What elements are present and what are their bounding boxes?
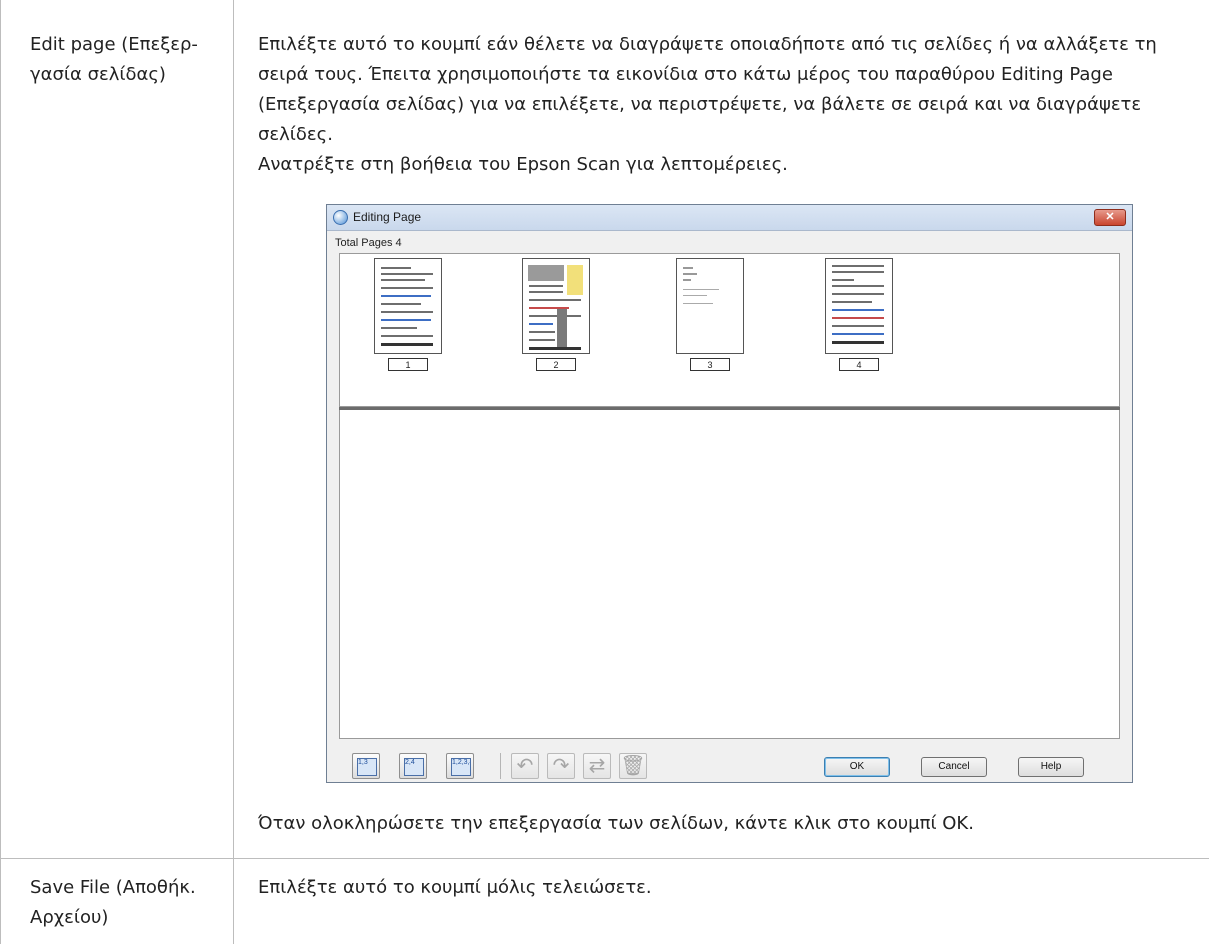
ok-button[interactable]: OK <box>824 757 890 777</box>
toolbar-separator <box>500 753 501 779</box>
page-thumbnail[interactable] <box>676 258 744 354</box>
select-all-pages-button[interactable]: 1,2,3,4 <box>446 753 474 779</box>
dialog-title: Editing Page <box>353 210 422 224</box>
page-thumbnail[interactable] <box>522 258 590 354</box>
rotate-left-button[interactable]: ↶ <box>511 753 539 779</box>
row-description-save-file: Επιλέξτε αυτό το κουμπί μόλις τελειώσετε… <box>258 877 652 898</box>
epson-scan-icon <box>333 210 348 225</box>
reorder-icon: ⇄ <box>588 755 606 777</box>
page-thumbnail[interactable] <box>374 258 442 354</box>
label-line: Edit page (Επεξερ- <box>30 34 198 55</box>
rotate-left-icon: ↶ <box>516 755 534 777</box>
page-preview-pane[interactable] <box>339 410 1120 739</box>
label-line: γασία σελίδας) <box>30 64 166 85</box>
cancel-button[interactable]: Cancel <box>921 757 987 777</box>
select-all-pages-icon: 1,2,3,4 <box>451 758 471 776</box>
after-editing-text: Όταν ολοκληρώσετε την επεξεργασία των σε… <box>258 813 974 834</box>
delete-button[interactable]: 🗑 <box>619 753 647 779</box>
page-thumbnail[interactable] <box>825 258 893 354</box>
description-line: (Επεξεργασία σελίδας) για να επιλέξετε, … <box>258 94 1142 115</box>
help-reference-line: Ανατρέξτε στη βοήθεια του Epson Scan για… <box>258 154 788 175</box>
rotate-right-button[interactable]: ↷ <box>547 753 575 779</box>
select-odd-pages-icon: 1,3 <box>357 758 377 776</box>
description-line: Επιλέξτε αυτό το κουμπί εάν θέλετε να δι… <box>258 34 1157 55</box>
row-label-edit-page: Edit page (Επεξερ- γασία σελίδας) <box>30 30 215 90</box>
total-pages-label: Total Pages 4 <box>335 237 402 249</box>
table-border-left <box>0 0 1 944</box>
page-number-box[interactable]: 4 <box>839 358 879 371</box>
description-line: σειρά τους. Έπειτα χρησιμοποιήστε τα εικ… <box>258 64 1113 85</box>
select-even-pages-button[interactable]: 2,4 <box>399 753 427 779</box>
editing-page-dialog: Editing Page ✕ Total Pages 4 1 2 3 4 1,3… <box>326 204 1133 783</box>
reorder-button[interactable]: ⇄ <box>583 753 611 779</box>
page-number-box[interactable]: 2 <box>536 358 576 371</box>
help-button[interactable]: Help <box>1018 757 1084 777</box>
rotate-right-icon: ↷ <box>552 755 570 777</box>
row-label-save-file: Save File (Αποθήκ. Αρχείου) <box>30 873 215 933</box>
row-description-edit-page: Επιλέξτε αυτό το κουμπί εάν θέλετε να δι… <box>258 30 1198 180</box>
table-row-divider <box>0 858 1209 859</box>
label-line: Αρχείου) <box>30 907 109 928</box>
close-button[interactable]: ✕ <box>1094 209 1126 226</box>
table-column-divider <box>233 0 234 944</box>
select-even-pages-icon: 2,4 <box>404 758 424 776</box>
page-number-box[interactable]: 1 <box>388 358 428 371</box>
description-line: σελίδες. <box>258 124 333 145</box>
label-line: Save File (Αποθήκ. <box>30 877 196 898</box>
dialog-titlebar: Editing Page ✕ <box>327 205 1132 231</box>
page-number-box[interactable]: 3 <box>690 358 730 371</box>
page-thumbnail-pane[interactable]: 1 2 3 4 <box>339 253 1120 407</box>
select-odd-pages-button[interactable]: 1,3 <box>352 753 380 779</box>
delete-icon: 🗑 <box>620 755 646 777</box>
